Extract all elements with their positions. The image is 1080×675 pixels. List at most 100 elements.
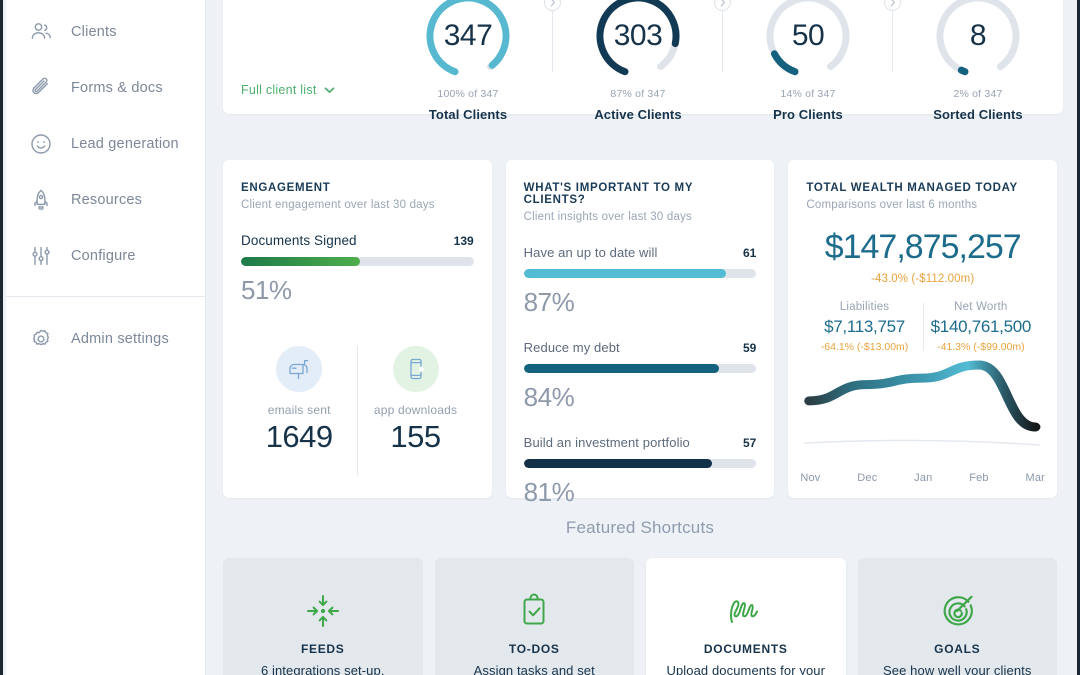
stat-subtext: 14% of 347: [780, 88, 836, 100]
sidebar-nav-group: Clients Forms & docs Lead generation Res…: [6, 0, 205, 284]
metric-up-to-date-will: Have an up to date will 61 87%: [523, 245, 757, 318]
card-title: ENGAGEMENT: [241, 182, 331, 194]
wealth-total-amount: $147,875,257: [824, 228, 1022, 266]
tile-label: app downloads: [373, 403, 458, 417]
sidebar-item-label: Clients: [71, 24, 117, 40]
metric-percent: 81%: [523, 477, 575, 507]
stat-sorted-clients[interactable]: 8 2% of 347 Sorted Clients: [893, 0, 1063, 122]
engagement-tiles: emails sent 1649 app downloads 155: [241, 346, 474, 476]
metric-percent: 51%: [241, 275, 292, 305]
clipboard-check-icon: [514, 588, 554, 634]
people-icon: [28, 19, 54, 45]
metric-reduce-my-debt: Reduce my debt 59 84%: [523, 340, 757, 413]
sidebar-item-label: Lead generation: [71, 136, 179, 152]
gear-icon: [28, 326, 54, 352]
sidebar-item-configure[interactable]: Configure: [6, 228, 205, 284]
progress-bar: [523, 459, 757, 468]
shortcut-description: Assign tasks and set: [473, 663, 595, 675]
metric-label: Reduce my debt: [523, 340, 620, 355]
stat-pro-clients[interactable]: 50 14% of 347 Pro Clients: [723, 0, 901, 122]
card-subtitle: Comparisons over last 6 months: [806, 199, 978, 211]
shortcut-description: See how well your clients: [883, 663, 1032, 675]
dashboard-cards-row: ENGAGEMENT Client engagement over last 3…: [223, 160, 1058, 507]
engagement-tile-app-downloads: app downloads 155: [357, 346, 473, 476]
tile-value: 155: [390, 419, 441, 454]
sidebar-divider: [6, 296, 205, 297]
smiley-icon: [28, 131, 54, 157]
mailbox-icon: [276, 346, 323, 392]
metric-label: Build an investment portfolio: [523, 435, 690, 450]
shortcut-description: Upload documents for your: [666, 663, 826, 675]
stat-title: Pro Clients: [773, 107, 843, 122]
sidebar: Clients Forms & docs Lead generation Res…: [6, 0, 206, 675]
shortcut-name: GOALS: [934, 642, 981, 656]
card-subtitle: Client engagement over last 30 days: [241, 199, 435, 211]
sidebar-item-resources[interactable]: Resources: [6, 172, 205, 228]
wealth-breakdown: Liabilities $7,113,757 -64.1% (-$13.00m)…: [806, 301, 1039, 353]
client-insights-card: WHAT'S IMPORTANT TO MY CLIENTS? Client i…: [505, 160, 775, 507]
stat-subtext: 2% of 347: [953, 88, 1003, 100]
paperclip-icon: [28, 75, 54, 101]
column-delta: -41.3% (-$99.00m): [937, 341, 1025, 353]
sidebar-item-admin-settings[interactable]: Admin settings: [6, 311, 205, 367]
wealth-sparkline-chart: [798, 357, 1047, 462]
sidebar-item-clients[interactable]: Clients: [6, 4, 205, 60]
stat-value: 50: [791, 19, 825, 52]
shortcut-to-dos[interactable]: TO-DOS Assign tasks and set: [434, 558, 634, 675]
sidebar-item-label: Forms & docs: [71, 80, 163, 96]
total-wealth-card: TOTAL WEALTH MANAGED TODAY Comparisons o…: [788, 160, 1058, 498]
full-client-list-link[interactable]: Full client list: [241, 83, 335, 97]
stat-total-clients[interactable]: 347 100% of 347 Total Clients: [383, 0, 561, 122]
engagement-tile-emails-sent: emails sent 1649: [241, 346, 357, 476]
progress-bar: [523, 269, 757, 278]
metric-percent: 84%: [523, 382, 575, 412]
sidebar-item-label: Configure: [71, 248, 136, 264]
axis-tick: Mar: [1025, 472, 1046, 484]
chevron-down-icon: [324, 83, 335, 97]
featured-shortcuts-row: FEEDS 6 integrations set-up. TO-DOS Assi…: [223, 558, 1057, 675]
shortcut-feeds[interactable]: FEEDS 6 integrations set-up.: [223, 558, 423, 675]
sidebar-item-forms-docs[interactable]: Forms & docs: [6, 60, 205, 116]
main-content: Full client list 347 100% of 347 Total C…: [206, 0, 1074, 675]
shortcut-documents[interactable]: DOCUMENTS Upload documents for your: [646, 558, 846, 675]
stat-value: 303: [613, 19, 663, 52]
phone-icon: [392, 346, 439, 392]
target-icon: [937, 588, 977, 634]
column-value: $140,761,500: [930, 317, 1032, 336]
tile-value: 1649: [265, 419, 333, 454]
stat-subtext: 100% of 347: [437, 88, 499, 100]
axis-tick: Nov: [800, 472, 821, 484]
signature-icon: [724, 588, 768, 634]
metric-count: 139: [453, 234, 474, 248]
axis-tick: Jan: [914, 472, 933, 484]
wealth-net-worth: Net Worth $140,761,500 -41.3% (-$99.00m): [922, 301, 1039, 353]
metric-investment-portfolio: Build an investment portfolio 57 81%: [523, 435, 757, 508]
metric-label: Have an up to date will: [523, 245, 658, 260]
engagement-card: ENGAGEMENT Client engagement over last 3…: [223, 160, 492, 498]
stat-subtext: 87% of 347: [610, 88, 666, 100]
donut-chart-active-clients: 303: [592, 0, 684, 82]
shortcut-goals[interactable]: GOALS See how well your clients: [857, 558, 1057, 675]
featured-shortcuts-title: Featured Shortcuts: [565, 518, 715, 537]
stat-title: Sorted Clients: [933, 107, 1023, 122]
donut-chart-total-clients: 347: [422, 0, 514, 82]
feeds-icon: [303, 588, 343, 634]
column-delta: -64.1% (-$13.00m): [820, 341, 909, 353]
stat-value: 8: [969, 19, 987, 52]
stat-active-clients[interactable]: 303 87% of 347 Active Clients: [553, 0, 731, 122]
wealth-total-delta: -43.0% (-$112.00m): [871, 273, 975, 285]
column-label: Liabilities: [839, 301, 890, 313]
axis-tick: Dec: [857, 472, 878, 484]
column-label: Net Worth: [954, 301, 1008, 313]
donut-chart-sorted-clients: 8: [932, 0, 1024, 82]
rocket-icon: [28, 187, 54, 213]
card-title: WHAT'S IMPORTANT TO MY CLIENTS?: [523, 182, 694, 206]
client-stats-card: Full client list 347 100% of 347 Total C…: [223, 0, 1063, 122]
sidebar-item-lead-generation[interactable]: Lead generation: [6, 116, 205, 172]
donut-chart-pro-clients: 50: [762, 0, 854, 82]
sliders-icon: [28, 243, 54, 269]
stat-title: Active Clients: [594, 107, 682, 122]
sidebar-item-label: Admin settings: [71, 331, 169, 347]
shortcut-description: 6 integrations set-up.: [260, 663, 385, 675]
metric-percent: 87%: [523, 287, 575, 317]
